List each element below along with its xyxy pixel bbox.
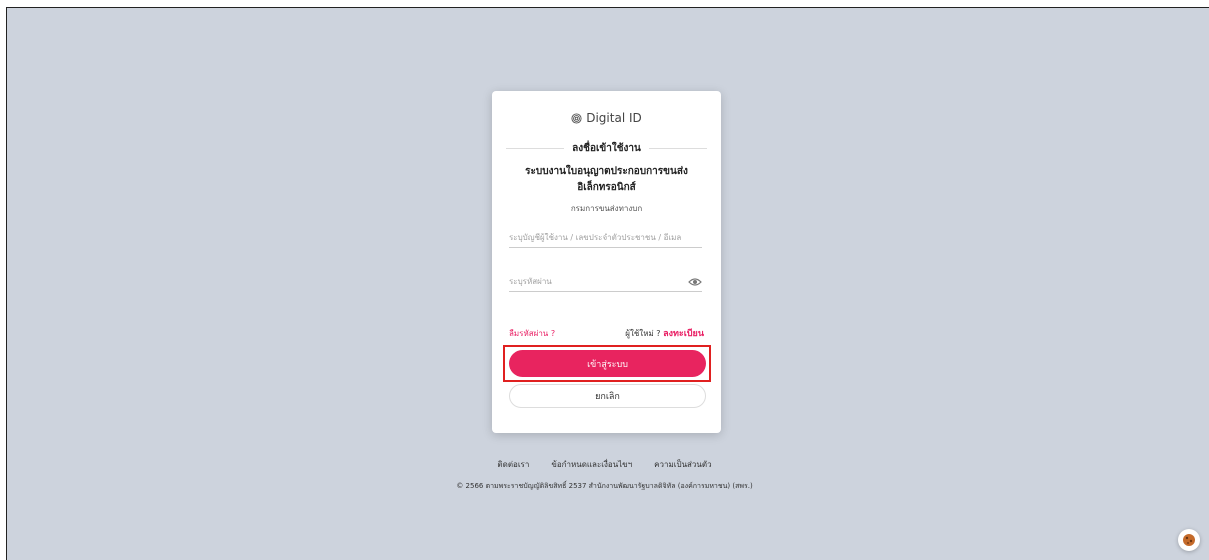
system-title-line1: ระบบงานใบอนุญาตประกอบการขนส่ง (525, 166, 688, 177)
login-heading: ลงชื่อเข้าใช้งาน (506, 141, 707, 156)
auth-links-row: ลืมรหัสผ่าน ? ผู้ใช้ใหม่ ? ลงทะเบียน (509, 326, 704, 340)
divider-line (506, 148, 565, 149)
footer-links: ติดต่อเรา ข้อกำหนดและเงื่อนไขฯ ความเป็นส… (0, 458, 1209, 471)
department-label: กรมการขนส่งทางบก (570, 204, 643, 213)
footer-link-privacy[interactable]: ความเป็นส่วนตัว (654, 458, 711, 471)
footer-link-contact[interactable]: ติดต่อเรา (497, 458, 529, 471)
cancel-button[interactable]: ยกเลิก (509, 384, 706, 408)
fingerprint-icon (571, 112, 582, 124)
password-field-wrapper (509, 272, 702, 292)
brand-name: Digital ID (586, 111, 642, 125)
register-link[interactable]: ลงทะเบียน (663, 329, 704, 339)
system-title-line2: อิเล็กทรอนิกส์ (577, 182, 636, 193)
system-title: ระบบงานใบอนุญาตประกอบการขนส่ง อิเล็กทรอน… (502, 164, 711, 196)
copyright-text: © 2566 ตามพระราชบัญญัติลิขสิทธิ์ 2537 สำ… (456, 482, 753, 490)
divider-line (648, 148, 707, 149)
eye-icon[interactable] (688, 277, 702, 287)
forgot-password-link[interactable]: ลืมรหัสผ่าน ? (509, 327, 555, 340)
brand-header: Digital ID (492, 111, 721, 125)
cookie-icon[interactable] (1178, 529, 1200, 551)
cookie-icon-graphic (1183, 534, 1195, 546)
login-heading-text: ลงชื่อเข้าใช้งาน (572, 143, 641, 154)
new-user-label: ผู้ใช้ใหม่ ? (625, 329, 661, 338)
username-input[interactable] (509, 233, 702, 242)
footer-link-terms[interactable]: ข้อกำหนดและเงื่อนไขฯ (551, 458, 632, 471)
password-input[interactable] (509, 277, 688, 286)
username-field-wrapper (509, 228, 702, 248)
login-button[interactable]: เข้าสู่ระบบ (509, 350, 706, 377)
register-group: ผู้ใช้ใหม่ ? ลงทะเบียน (625, 326, 704, 340)
